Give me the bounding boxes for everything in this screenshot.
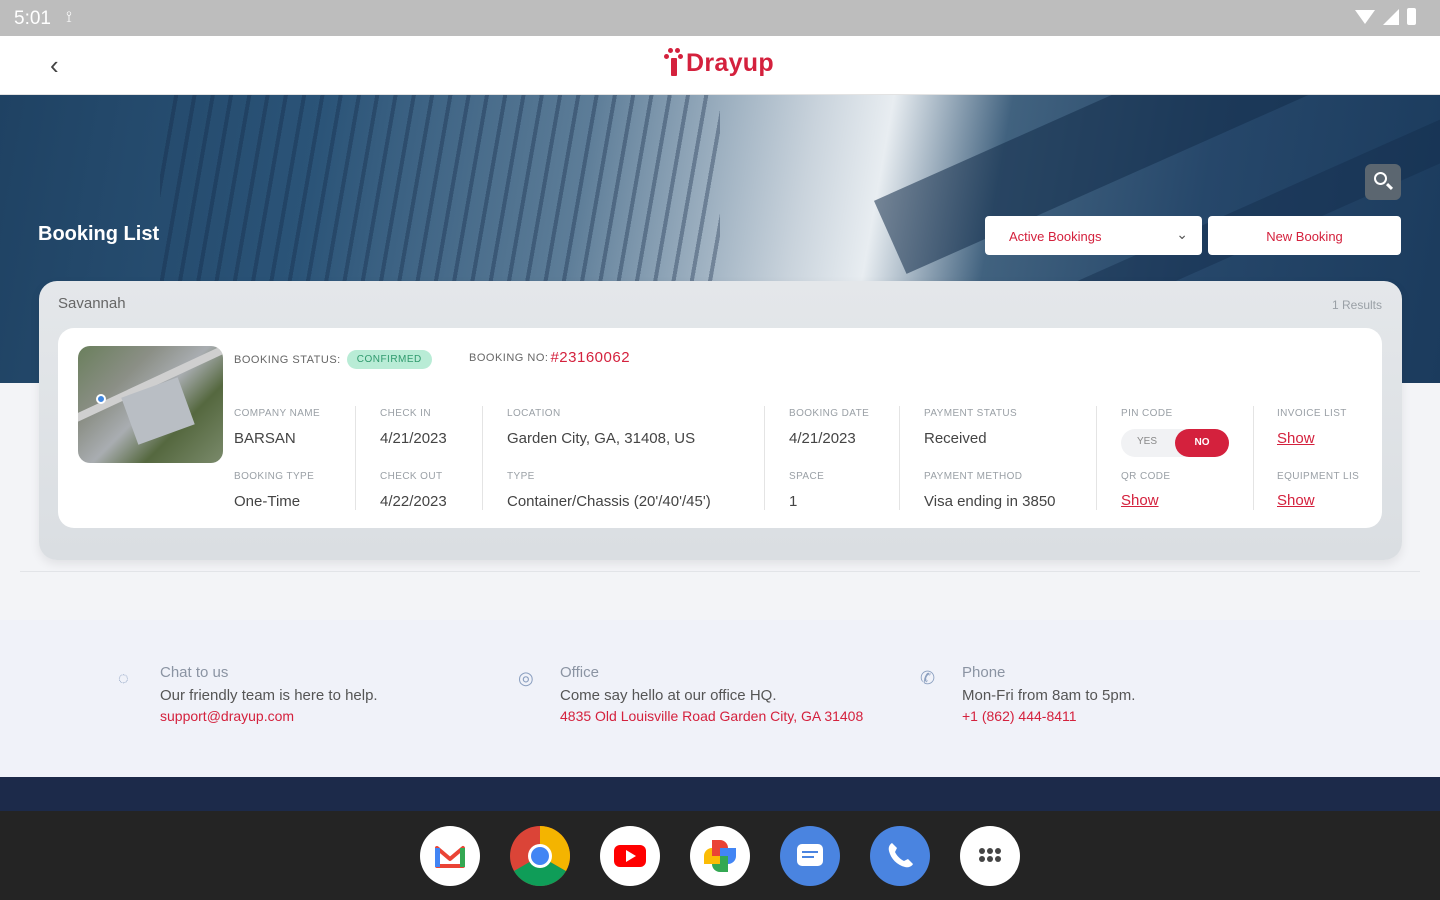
section-divider	[20, 571, 1420, 572]
space-value: 1	[789, 493, 798, 510]
search-button[interactable]	[1365, 164, 1401, 200]
qr-code-show-link[interactable]: Show	[1121, 492, 1159, 509]
phone-title: Phone	[962, 664, 1006, 681]
booking-filter-select[interactable]: Active Bookings ⌄	[985, 216, 1202, 255]
support-email-link[interactable]: support@drayup.com	[160, 708, 378, 724]
company-name-label: COMPANY NAME	[234, 408, 321, 419]
payment-status-value: Received	[924, 430, 987, 447]
system-icons	[1355, 8, 1416, 25]
status-badge: CONFIRMED	[346, 350, 432, 369]
photos-icon[interactable]	[690, 826, 750, 886]
pin-yes-option[interactable]: YES	[1127, 436, 1167, 447]
office-description: Come say hello at our office HQ.	[560, 687, 777, 704]
chat-title: Chat to us	[160, 664, 229, 681]
office-address-link[interactable]: 4835 Old Louisville Road Garden City, GA…	[560, 708, 863, 724]
new-booking-button[interactable]: New Booking	[1208, 216, 1401, 255]
phone-dialer-icon[interactable]	[870, 826, 930, 886]
usb-icon: ⟟	[66, 9, 72, 26]
location-value: Garden City, GA, 31408, US	[507, 430, 696, 447]
chevron-down-icon: ⌄	[1176, 226, 1188, 242]
booking-type-value: One-Time	[234, 493, 301, 510]
equipment-list-label: EQUIPMENT LIS	[1277, 471, 1360, 482]
brand-logo: Drayup	[664, 48, 774, 78]
map-pin-icon	[96, 394, 106, 404]
equipment-show-link[interactable]: Show	[1277, 492, 1315, 509]
check-out-value: 4/22/2023	[380, 493, 447, 510]
type-label: TYPE	[507, 471, 535, 482]
chrome-icon[interactable]	[510, 826, 570, 886]
phone-description: Mon-Fri from 8am to 5pm.	[962, 687, 1136, 704]
android-dock	[0, 811, 1440, 900]
office-title: Office	[560, 664, 599, 681]
booking-number-value: #23160062	[550, 349, 631, 366]
booking-date-value: 4/21/2023	[789, 430, 856, 447]
wifi-icon	[1355, 9, 1375, 24]
contact-office: ◎ Office Come say hello at our office HQ…	[518, 664, 863, 724]
qr-code-label: QR CODE	[1121, 471, 1171, 482]
battery-icon	[1407, 8, 1416, 25]
chat-description: Our friendly team is here to help.	[160, 687, 378, 704]
chat-bubble-icon: ◌	[118, 668, 129, 688]
booking-type-label: BOOKING TYPE	[234, 471, 315, 482]
phone-number-link[interactable]: +1 (862) 444-8411	[962, 708, 1135, 724]
payment-method-label: PAYMENT METHOD	[924, 471, 1023, 482]
signal-icon	[1383, 8, 1399, 25]
phone-icon: ✆	[920, 668, 936, 688]
booking-card[interactable]: BOOKING STATUS: CONFIRMED BOOKING NO: #2…	[58, 328, 1382, 528]
page-title: Booking List	[38, 223, 160, 245]
gmail-icon[interactable]	[420, 826, 480, 886]
company-name-value: BARSAN	[234, 430, 296, 447]
status-bar: 5:01 ⟟	[0, 0, 1440, 36]
invoice-list-label: INVOICE LIST	[1277, 408, 1347, 419]
youtube-icon[interactable]	[600, 826, 660, 886]
pin-no-option[interactable]: NO	[1175, 429, 1229, 457]
footer-band	[0, 777, 1440, 811]
clock: 5:01	[14, 8, 51, 29]
booking-number: BOOKING NO: #23160062	[469, 349, 631, 366]
messages-icon[interactable]	[780, 826, 840, 886]
payment-status-label: PAYMENT STATUS	[924, 408, 1018, 419]
back-arrow-icon[interactable]: ‹	[50, 50, 59, 80]
invoice-show-link[interactable]: Show	[1277, 430, 1315, 447]
contact-chat: ◌ Chat to us Our friendly team is here t…	[118, 664, 378, 724]
check-in-label: CHECK IN	[380, 408, 431, 419]
app-drawer-icon[interactable]	[960, 826, 1020, 886]
booking-status: BOOKING STATUS: CONFIRMED	[234, 350, 432, 369]
location-pin-icon: ◎	[518, 668, 534, 688]
check-in-value: 4/21/2023	[380, 430, 447, 447]
location-group-title: Savannah	[58, 295, 126, 312]
brand-name: Drayup	[686, 48, 774, 77]
results-count: 1 Results	[1331, 298, 1382, 312]
pin-code-toggle[interactable]: YES NO	[1121, 429, 1229, 457]
type-value: Container/Chassis (20'/40'/45')	[507, 493, 711, 510]
booking-date-label: BOOKING DATE	[789, 408, 870, 419]
app-header: ‹ Drayup	[0, 36, 1440, 95]
search-icon	[1374, 172, 1387, 185]
location-label: LOCATION	[507, 408, 561, 419]
space-label: SPACE	[789, 471, 825, 482]
logo-mark-icon	[664, 48, 684, 78]
contact-phone: ✆ Phone Mon-Fri from 8am to 5pm. +1 (862…	[920, 664, 1136, 724]
facility-thumbnail	[78, 346, 223, 463]
check-out-label: CHECK OUT	[380, 471, 443, 482]
payment-method-value: Visa ending in 3850	[924, 493, 1056, 510]
contact-section: ◌ Chat to us Our friendly team is here t…	[0, 620, 1440, 777]
pin-code-label: PIN CODE	[1121, 408, 1173, 419]
booking-filter-value: Active Bookings	[1009, 229, 1102, 244]
